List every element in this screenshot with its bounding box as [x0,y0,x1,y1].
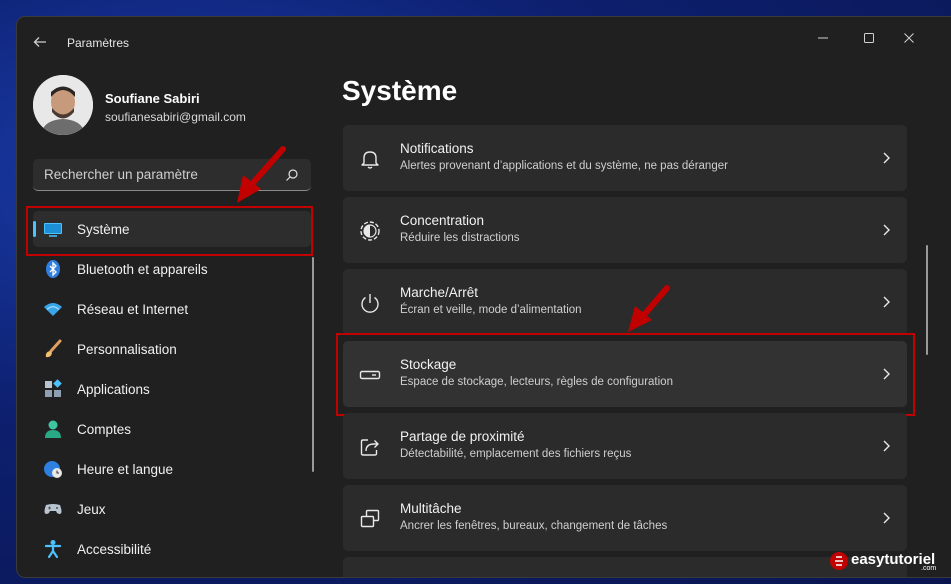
search-placeholder: Rechercher un paramètre [44,167,198,182]
card-title: Partage de proximité [400,429,525,444]
sidebar-item-label: Réseau et Internet [77,302,189,317]
chevron-right-icon [881,295,891,309]
focus-icon [359,220,381,242]
sidebar-item-label: Accessibilité [77,542,152,557]
card-subtitle: Écran et veille, mode d’alimentation [400,304,582,316]
chevron-right-icon [881,439,891,453]
card-subtitle: Réduire les distractions [400,232,520,244]
easytutoriel-logo-icon [830,552,848,570]
highlight-box-systeme [26,206,313,256]
share-icon [359,436,381,458]
brush-icon [43,339,63,359]
sidebar-item-personnalisation[interactable]: Personnalisation [33,331,311,367]
close-button[interactable] [886,23,932,53]
sidebar-item-comptes[interactable]: Comptes [33,411,311,447]
sidebar-item-accessibilite[interactable]: Accessibilité [33,531,311,567]
card-subtitle: Détectabilité, emplacement des fichiers … [400,448,632,460]
card-subtitle: Alertes provenant d’applications et du s… [400,160,728,172]
card-title: Marche/Arrêt [400,285,479,300]
card-partial[interactable] [343,557,907,577]
highlight-box-stockage [336,333,915,416]
user-name: Soufiane Sabiri [105,91,200,106]
chevron-right-icon [881,151,891,165]
sidebar-item-label: Applications [77,382,150,397]
person-icon [43,419,63,439]
watermark-suffix: .com [921,565,937,572]
chevron-right-icon [881,223,891,237]
sidebar-item-heure-langue[interactable]: Heure et langue [33,451,311,487]
card-title: Multitâche [400,501,462,516]
card-title: Notifications [400,141,474,156]
gamepad-icon [43,499,63,519]
power-icon [359,292,381,314]
minimize-button[interactable] [800,23,846,53]
search-icon[interactable] [285,168,299,182]
card-partage-proximite[interactable]: Partage de proximité Détectabilité, empl… [343,413,907,479]
sidebar-item-label: Comptes [77,422,132,437]
card-title: Concentration [400,213,485,228]
sidebar-scrollbar[interactable] [312,257,314,472]
user-email: soufianesabiri@gmail.com [105,110,246,124]
apps-icon [43,379,63,399]
chevron-right-icon [881,511,891,525]
sidebar-item-jeux[interactable]: Jeux [33,491,311,527]
card-notifications[interactable]: Notifications Alertes provenant d’applic… [343,125,907,191]
sidebar-item-label: Personnalisation [77,342,177,357]
sidebar-item-bluetooth[interactable]: Bluetooth et appareils [33,251,311,287]
card-concentration[interactable]: Concentration Réduire les distractions [343,197,907,263]
title-bar: Paramètres [17,17,951,65]
page-title: Système [342,75,458,106]
bell-icon [359,148,381,170]
sidebar-item-applications[interactable]: Applications [33,371,311,407]
main-scrollbar[interactable] [926,245,928,355]
wifi-icon [43,299,63,319]
multitask-icon [359,508,381,530]
avatar[interactable] [33,75,93,135]
annotation-arrow [628,285,670,332]
sidebar-item-label: Jeux [77,502,106,517]
annotation-arrow [237,146,286,203]
sidebar-item-label: Heure et langue [77,462,174,477]
card-multitache[interactable]: Multitâche Ancrer les fenêtres, bureaux,… [343,485,907,551]
window-title: Paramètres [67,36,130,50]
globe-clock-icon [43,459,63,479]
back-arrow-icon[interactable] [31,33,49,51]
card-subtitle: Ancrer les fenêtres, bureaux, changement… [400,520,668,532]
sidebar-item-label: Bluetooth et appareils [77,262,208,277]
accessibility-icon [43,539,63,559]
settings-window: Paramètres Soufiane Sabiri soufianesabir… [17,17,951,577]
bluetooth-icon [43,259,63,279]
sidebar-item-reseau[interactable]: Réseau et Internet [33,291,311,327]
